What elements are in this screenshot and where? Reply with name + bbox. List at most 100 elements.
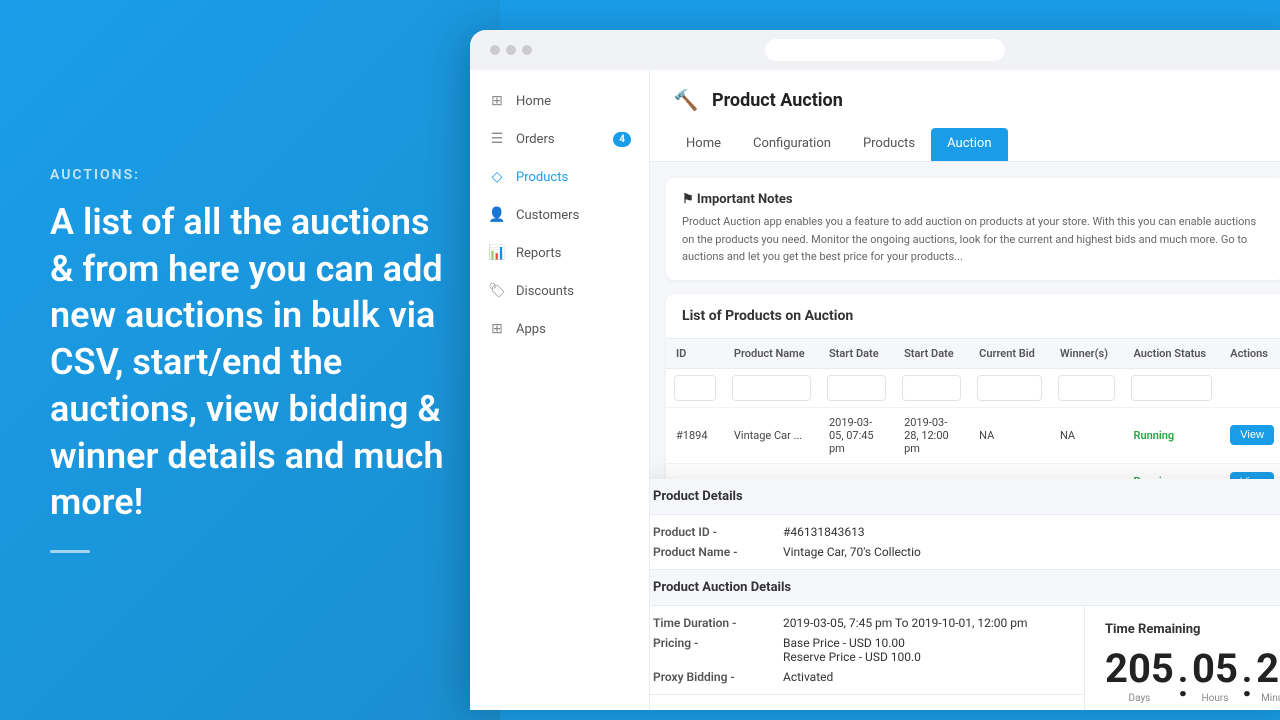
important-notes-title: ⚑ Important Notes xyxy=(682,192,1268,207)
filter-status[interactable] xyxy=(1131,375,1212,401)
sidebar-item-orders[interactable]: ☰ Orders 4 xyxy=(470,120,649,158)
pricing-label: Pricing - xyxy=(653,636,773,650)
tab-configuration[interactable]: Configuration xyxy=(737,128,847,161)
filter-current-bid[interactable] xyxy=(977,375,1042,401)
filter-end-date[interactable] xyxy=(902,375,961,401)
col-auction-status: Auction Status xyxy=(1123,339,1220,369)
countdown-hours: 05 Hours xyxy=(1192,649,1238,704)
browser-dot-1 xyxy=(490,45,500,55)
products-icon: ◇ xyxy=(488,168,506,186)
proxy-bidding-value: Activated xyxy=(783,670,833,684)
main-description: A list of all the auctions & from here y… xyxy=(50,199,450,527)
sidebar-label-reports: Reports xyxy=(516,246,561,261)
col-actions: Actions xyxy=(1220,339,1280,369)
sidebar-item-products[interactable]: ◇ Products xyxy=(470,158,649,196)
auction-fields: Time Duration - 2019-03-05, 7:45 pm To 2… xyxy=(650,606,1084,695)
tab-auction[interactable]: Auction xyxy=(931,128,1007,161)
proxy-bidding-label: Proxy Bidding - xyxy=(653,670,773,684)
time-duration-row: Time Duration - 2019-03-05, 7:45 pm To 2… xyxy=(653,616,1066,630)
col-product-name: Product Name xyxy=(724,339,819,369)
sidebar-label-discounts: Discounts xyxy=(516,284,574,299)
proxy-bidding-row: Proxy Bidding - Activated xyxy=(653,670,1066,684)
product-details-modal: Product Details Product ID - #4613184361… xyxy=(650,479,1280,710)
pricing-value: Base Price - USD 10.00 Reserve Price - U… xyxy=(783,636,921,664)
countdown-display: 205 Days : 05 Hours : 20 xyxy=(1105,649,1280,704)
filter-row xyxy=(666,368,1280,407)
product-id-value: #46131843613 xyxy=(783,525,865,539)
countdown-hours-number: 05 xyxy=(1192,649,1238,689)
time-remaining-title: Time Remaining xyxy=(1105,622,1280,637)
product-name-row: Product Name - Vintage Car, 70's Collect… xyxy=(653,545,1280,559)
table-row: #1894 Vintage Car ... 2019-03-05, 07:45 … xyxy=(666,407,1280,463)
countdown-days-label: Days xyxy=(1129,693,1151,704)
tab-home[interactable]: Home xyxy=(670,128,737,161)
filter-winner[interactable] xyxy=(1058,375,1116,401)
sidebar-label-customers: Customers xyxy=(516,208,579,223)
row-end-date: 2019-03-28, 12:00 pm xyxy=(894,407,969,463)
col-current-bid: Current Bid xyxy=(969,339,1050,369)
product-details-title: Product Details xyxy=(650,479,1280,515)
countdown-sep-1: : xyxy=(1178,666,1188,704)
countdown-minutes: 20 Minutes xyxy=(1256,649,1280,704)
sidebar-item-customers[interactable]: 👤 Customers xyxy=(470,196,649,234)
sidebar-item-apps[interactable]: ⊞ Apps xyxy=(470,310,649,348)
table-title: List of Products on Auction xyxy=(666,294,1280,339)
row-winner: NA xyxy=(1050,407,1124,463)
sidebar: ⊞ Home ☰ Orders 4 ◇ Products 👤 Customers… xyxy=(470,70,650,710)
product-auction-fields: Time Duration - 2019-03-05, 7:45 pm To 2… xyxy=(650,606,1085,710)
product-id-row: Product ID - #46131843613 xyxy=(653,525,1280,539)
home-icon: ⊞ xyxy=(488,92,506,110)
product-basic-fields: Product ID - #46131843613 Product Name -… xyxy=(650,515,1280,570)
product-id-label: Product ID - xyxy=(653,525,773,539)
reports-icon: 📊 xyxy=(488,244,506,262)
sidebar-item-discounts[interactable]: 🏷 Discounts xyxy=(470,272,649,310)
filter-id[interactable] xyxy=(674,375,716,401)
auctions-label: AUCTIONS: xyxy=(50,167,450,183)
browser-url-bar xyxy=(765,39,1005,61)
row-start-date: 2019-03-05, 07:45 pm xyxy=(819,407,894,463)
row-status: Running xyxy=(1123,407,1220,463)
tab-products[interactable]: Products xyxy=(847,128,931,161)
sidebar-item-reports[interactable]: 📊 Reports xyxy=(470,234,649,272)
discounts-icon: 🏷 xyxy=(488,282,506,300)
app-title-row: 🔨 Product Auction xyxy=(670,84,1280,116)
apps-icon: ⊞ xyxy=(488,320,506,338)
browser-dot-2 xyxy=(506,45,516,55)
time-duration-value: 2019-03-05, 7:45 pm To 2019-10-01, 12:00… xyxy=(783,616,1028,630)
pricing-row: Pricing - Base Price - USD 10.00 Reserve… xyxy=(653,636,1066,664)
app-header: 🔨 Product Auction Home Configuration Pro… xyxy=(650,70,1280,162)
row-current-bid: NA xyxy=(969,407,1050,463)
row-id: #1894 xyxy=(666,407,724,463)
filter-start-date[interactable] xyxy=(827,375,886,401)
sidebar-label-home: Home xyxy=(516,94,551,109)
countdown-minutes-number: 20 xyxy=(1256,649,1280,689)
filter-product-name[interactable] xyxy=(732,375,811,401)
col-winner: Winner(s) xyxy=(1050,339,1124,369)
sidebar-item-home[interactable]: ⊞ Home xyxy=(470,82,649,120)
divider-line xyxy=(50,550,90,553)
countdown-days-number: 205 xyxy=(1105,649,1174,689)
orders-icon: ☰ xyxy=(488,130,506,148)
row-action[interactable]: View xyxy=(1220,407,1280,463)
app-content: ⊞ Home ☰ Orders 4 ◇ Products 👤 Customers… xyxy=(470,70,1280,710)
customers-icon: 👤 xyxy=(488,206,506,224)
product-auction-details-title: Product Auction Details xyxy=(650,570,1280,606)
col-start-date: Start Date xyxy=(819,339,894,369)
sidebar-label-orders: Orders xyxy=(516,132,555,147)
product-name-value: Vintage Car, 70's Collectio xyxy=(783,545,921,559)
col-end-date: Start Date xyxy=(894,339,969,369)
browser-dot-3 xyxy=(522,45,532,55)
sidebar-label-products: Products xyxy=(516,170,568,185)
countdown-days: 205 Days xyxy=(1105,649,1174,704)
view-button[interactable]: View xyxy=(1230,425,1274,445)
orders-badge: 4 xyxy=(613,132,631,147)
time-remaining-section: Time Remaining 205 Days : 05 Hours xyxy=(1085,606,1280,710)
important-notes-text: Product Auction app enables you a featur… xyxy=(682,213,1268,266)
row-product-name: Vintage Car ... xyxy=(724,407,819,463)
app-nav-tabs: Home Configuration Products Auction xyxy=(670,128,1280,161)
countdown-hours-label: Hours xyxy=(1202,693,1229,704)
product-name-label: Product Name - xyxy=(653,545,773,559)
countdown-sep-2: : xyxy=(1242,666,1252,704)
important-notes: ⚑ Important Notes Product Auction app en… xyxy=(666,178,1280,280)
app-title: Product Auction xyxy=(712,90,843,111)
